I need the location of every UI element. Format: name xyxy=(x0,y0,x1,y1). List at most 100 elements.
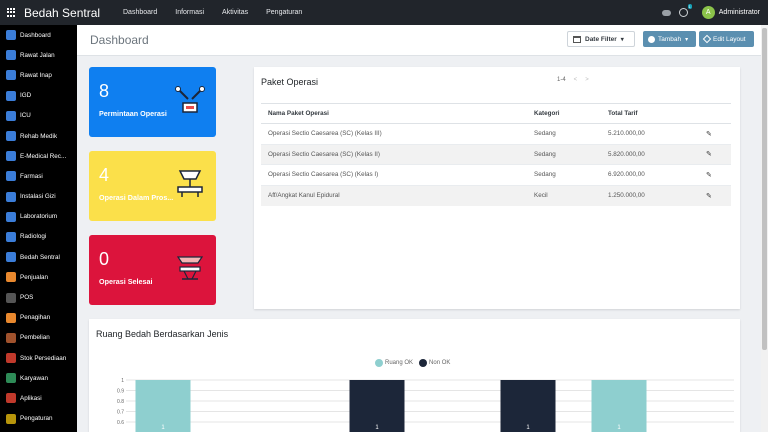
sidebar-item-label: ICU xyxy=(20,112,31,120)
sidebar-item[interactable]: Rehab Medik xyxy=(0,126,77,146)
sidebar-item[interactable]: ICU xyxy=(0,106,77,126)
sidebar-item[interactable]: Aplikasi xyxy=(0,388,77,408)
next-page-icon[interactable]: > xyxy=(585,77,589,83)
module-icon xyxy=(6,312,16,323)
activity-icon[interactable]: 1 xyxy=(678,4,692,17)
chart-legend: Ruang OK Non OK xyxy=(375,359,456,367)
edit-icon xyxy=(702,34,712,44)
sidebar-item-label: Aplikasi xyxy=(20,394,42,402)
sidebar-item[interactable]: Penagihan xyxy=(0,308,77,328)
user-name[interactable]: Administrator xyxy=(719,9,760,16)
sidebar-item-label: Pengaturan xyxy=(20,415,53,423)
sidebar-item-label: Farmasi xyxy=(20,172,43,180)
chart-panel: Ruang Bedah Berdasarkan Jenis Ruang OK N… xyxy=(89,319,740,432)
module-icon xyxy=(6,252,16,263)
col-header-tarif[interactable]: Total Tarif xyxy=(601,103,699,124)
sidebar-item[interactable]: Dashboard xyxy=(0,25,77,45)
sidebar-item[interactable]: POS xyxy=(0,287,77,307)
col-header-kategori[interactable]: Kategori xyxy=(527,103,601,124)
sidebar-item-label: Pembelian xyxy=(20,334,50,342)
module-icon xyxy=(6,413,16,424)
sidebar-item[interactable]: Rawat Inap xyxy=(0,65,77,85)
sidebar-item[interactable]: E-Medical Rec... xyxy=(0,146,77,166)
kpi-value: 0 xyxy=(99,249,110,269)
edit-layout-button[interactable]: Edit Layout xyxy=(699,31,754,47)
kpi-card-selesai[interactable]: 0 Operasi Selesai xyxy=(89,235,216,305)
sidebar-item-label: Penjualan xyxy=(20,273,49,281)
menu-dashboard[interactable]: Dashboard xyxy=(123,9,157,16)
sidebar-item-label: Bedah Sentral xyxy=(20,253,60,261)
sidebar-item[interactable]: Rawat Jalan xyxy=(0,45,77,65)
sidebar-item[interactable]: Radiologi xyxy=(0,227,77,247)
sidebar-item[interactable]: Stok Persediaan xyxy=(0,348,77,368)
chat-icon[interactable] xyxy=(661,9,671,16)
chart-title: Ruang Bedah Berdasarkan Jenis xyxy=(96,329,229,339)
sidebar-item-label: Karyawan xyxy=(20,374,49,382)
control-panel: Dashboard Date Filter ▾ Tambah ▾ Edit La… xyxy=(77,25,768,56)
menu-pengaturan[interactable]: Pengaturan xyxy=(266,9,302,16)
cell-kategori: Sedang xyxy=(527,164,601,185)
scrollbar-thumb[interactable] xyxy=(762,28,767,350)
legend-swatch xyxy=(375,359,383,367)
kpi-card-dalam-proses[interactable]: 4 Operasi Dalam Pros... xyxy=(89,151,216,221)
module-icon xyxy=(6,231,16,242)
prev-page-icon[interactable]: < xyxy=(574,77,578,83)
user-area: 1 A Administrator xyxy=(661,4,760,19)
table-row[interactable]: Aff/Angkat Kanul Epidural Kecil 1.250.000,… xyxy=(261,184,731,206)
edit-pencil-icon[interactable]: ✎ xyxy=(699,164,731,185)
paket-operasi-panel: Paket Operasi 1-4 < > Nama Paket Operasi… xyxy=(254,67,740,309)
avatar[interactable]: A xyxy=(701,6,715,19)
legend-non-ok[interactable]: Non OK xyxy=(419,359,450,367)
caret-down-icon: ▾ xyxy=(620,36,624,43)
page-scrollbar[interactable] xyxy=(761,25,768,432)
menu-informasi[interactable]: Informasi xyxy=(175,9,204,16)
panel-title: Paket Operasi xyxy=(261,77,319,87)
sidebar-item[interactable]: IGD xyxy=(0,86,77,106)
sidebar-item-label: Radiologi xyxy=(20,233,47,241)
cell-nama: Operasi Sectio Caesarea (SC) (Kelas III) xyxy=(261,123,527,144)
cell-kategori: Kecil xyxy=(527,184,601,206)
sidebar-item[interactable]: Farmasi xyxy=(0,166,77,186)
table-row[interactable]: Operasi Sectio Caesarea (SC) (Kelas I) Se… xyxy=(261,164,731,185)
legend-ruang-ok[interactable]: Ruang OK xyxy=(375,359,413,367)
add-button[interactable]: Tambah ▾ xyxy=(643,31,696,47)
sidebar-item[interactable]: Penjualan xyxy=(0,267,77,287)
cell-nama: Operasi Sectio Caesarea (SC) (Kelas II) xyxy=(261,143,527,165)
kpi-card-permintaan[interactable]: 8 Permintaan Operasi xyxy=(89,67,216,137)
edit-pencil-icon[interactable]: ✎ xyxy=(699,123,731,144)
col-header-nama[interactable]: Nama Paket Operasi xyxy=(261,103,527,124)
top-navbar: Bedah Sentral Dashboard Informasi Aktivi… xyxy=(0,0,768,25)
sidebar-item-label: Dashboard xyxy=(20,31,51,39)
activity-badge: 1 xyxy=(687,4,692,9)
apps-grid-icon[interactable] xyxy=(7,7,17,18)
module-icon xyxy=(6,373,16,384)
edit-layout-label: Edit Layout xyxy=(713,35,746,43)
date-filter-button[interactable]: Date Filter ▾ xyxy=(567,31,635,47)
sidebar-item-label: POS xyxy=(20,294,34,302)
menu-aktivitas[interactable]: Aktivitas xyxy=(222,9,248,16)
paket-table: Nama Paket Operasi Kategori Total Tarif … xyxy=(261,103,731,206)
sidebar-item[interactable]: Pembelian xyxy=(0,328,77,348)
legend-label: Ruang OK xyxy=(385,360,414,366)
sidebar: Dashboard Rawat Jalan Rawat Inap IGD ICU Reha… xyxy=(0,25,77,432)
sidebar-item[interactable]: Pengaturan xyxy=(0,409,77,429)
cell-tarif: 1.250.000,00 xyxy=(601,184,699,206)
edit-pencil-icon[interactable]: ✎ xyxy=(699,184,731,206)
module-icon xyxy=(6,171,16,182)
module-icon xyxy=(6,30,16,41)
add-label: Tambah xyxy=(658,35,682,43)
module-icon xyxy=(6,90,16,101)
table-row[interactable]: Operasi Sectio Caesarea (SC) (Kelas III)… xyxy=(261,123,731,144)
sidebar-item-label: E-Medical Rec... xyxy=(20,152,67,160)
cell-tarif: 5.820.000,00 xyxy=(601,143,699,165)
plus-circle-icon xyxy=(648,35,655,43)
sidebar-item[interactable]: Instalasi Gizi xyxy=(0,187,77,207)
sidebar-item[interactable]: Laboratorium xyxy=(0,207,77,227)
sidebar-item[interactable]: Bedah Sentral xyxy=(0,247,77,267)
edit-pencil-icon[interactable]: ✎ xyxy=(699,143,731,165)
table-row[interactable]: Operasi Sectio Caesarea (SC) (Kelas II) S… xyxy=(261,143,731,165)
sidebar-item[interactable]: Karyawan xyxy=(0,368,77,388)
sidebar-item-label: Laboratorium xyxy=(20,213,58,221)
main-menu: Dashboard Informasi Aktivitas Pengaturan xyxy=(123,9,320,16)
brand-title: Bedah Sentral xyxy=(24,5,101,20)
